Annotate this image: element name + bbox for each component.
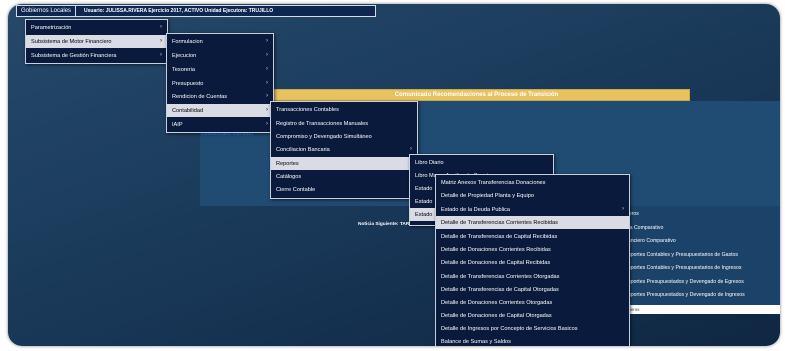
- menu-level-5: Matriz Anexos Transferencias Donaciones …: [435, 174, 630, 346]
- bottom-strip: ncieros: [623, 305, 780, 314]
- chevron-right-icon: ›: [266, 93, 268, 99]
- right-text: ara Comparativo: [625, 225, 664, 231]
- menu-level-2: Formulacion › Ejecucion › Tesoreria › Presu…: [166, 33, 274, 133]
- chevron-right-icon: ›: [266, 38, 268, 44]
- app-screen: Gobiernos Locales Usuario: JULISSA.RIVER…: [8, 4, 780, 346]
- menu-item-cierre[interactable]: Cierre Contable›: [271, 183, 417, 196]
- menu-item-presupuesto[interactable]: Presupuesto ›: [167, 77, 273, 90]
- right-text: Importes Presupuestados y Devengado de I…: [625, 292, 745, 298]
- menu-item-tesoreria[interactable]: Tesoreria ›: [167, 63, 273, 76]
- app-label[interactable]: Gobiernos Locales: [21, 6, 77, 16]
- menu-item-deuda-publica[interactable]: Estado de la Deuda Publica ›: [436, 203, 629, 216]
- menu-item-don-corrientes-recibidas[interactable]: Detalle de Donaciones Corrientes Recibid…: [436, 243, 629, 256]
- menu-item-don-capital-recibidas[interactable]: Detalle de Donaciones de Capital Recibid…: [436, 256, 629, 269]
- menu-item-conciliacion[interactable]: Conciliacion Bancaria ›: [271, 143, 417, 156]
- menu-item-contabilidad[interactable]: Contabilidad ›: [167, 104, 273, 117]
- user-info: Usuario: JULISSA.RIVERA Ejercicio 2017, …: [84, 8, 274, 14]
- menu-item-ingresos-servicios[interactable]: Detalle de Ingresos por Concepto de Serv…: [436, 322, 629, 335]
- chevron-right-icon: ›: [266, 107, 268, 113]
- menu-item-rendicion[interactable]: Rendicion de Cuentas ›: [167, 90, 273, 103]
- menu-item-registro-manuales[interactable]: Registro de Transacciones Manuales: [271, 117, 417, 130]
- menu-item-propiedad-planta[interactable]: Detalle de Propiedad Planta y Equipo: [436, 189, 629, 202]
- menu-level-1: Parametrización › Subsistema de Motor Fin…: [25, 19, 168, 64]
- chevron-right-icon: ›: [266, 121, 268, 127]
- chevron-right-icon: ›: [160, 38, 162, 44]
- menu-item-transf-corrientes-recibidas[interactable]: Detalle de Transferencias Corrientes Rec…: [436, 216, 629, 229]
- menu-item-transf-capital-recibidas[interactable]: Detalle de Transferencias de Capital Rec…: [436, 230, 629, 243]
- chevron-right-icon: ›: [266, 80, 268, 86]
- menu-item-compromiso[interactable]: Compromiso y Devengado Simultáneo: [271, 130, 417, 143]
- menu-item-ejecucion[interactable]: Ejecucion ›: [167, 49, 273, 62]
- menu-item-don-capital-otorgadas[interactable]: Detalle de Donaciones de Capital Otorgad…: [436, 309, 629, 322]
- menu-item-matriz-anexos[interactable]: Matriz Anexos Transferencias Donaciones: [436, 176, 629, 189]
- menu-item-transacciones[interactable]: Transacciones Contables: [271, 103, 417, 116]
- menu-item-don-corrientes-otorgadas[interactable]: Detalle de Donaciones Corrientes Otorgad…: [436, 296, 629, 309]
- menu-item-motor-financiero[interactable]: Subsistema de Motor Financiero ›: [26, 35, 167, 48]
- chevron-right-icon: ›: [160, 52, 162, 58]
- chevron-right-icon: ›: [266, 52, 268, 58]
- menu-level-3: Transacciones Contables Registro de Tran…: [270, 101, 418, 199]
- menu-item-balance-sumas[interactable]: Balance de Sumas y Saldos: [436, 335, 629, 346]
- menu-item-libro-diario[interactable]: Libro Diario: [410, 156, 553, 169]
- chevron-right-icon: ›: [410, 146, 412, 152]
- menu-item-iaip[interactable]: IAIP ›: [167, 118, 273, 131]
- menu-item-transf-corrientes-otorgadas[interactable]: Detalle de Transferencias Corrientes Oto…: [436, 270, 629, 283]
- right-text: Importes Contables y Presupuestarios de …: [625, 252, 739, 258]
- menu-item-transf-capital-otorgadas[interactable]: Detalle de Transferencias de Capital Oto…: [436, 283, 629, 296]
- chevron-right-icon: ›: [160, 24, 162, 30]
- menu-item-gestion-financiera[interactable]: Subsistema de Gestión Financiera ›: [26, 49, 167, 62]
- menu-item-reportes[interactable]: Reportes›: [271, 157, 417, 170]
- right-text: Importes Presupuestados y Devengado de E…: [625, 279, 744, 285]
- right-text: Importes Contables y Presupuestarios de …: [625, 265, 742, 271]
- chevron-right-icon: ›: [266, 66, 268, 72]
- top-bar: Gobiernos Locales Usuario: JULISSA.RIVER…: [16, 5, 376, 17]
- menu-item-catalogos[interactable]: Catálogos›: [271, 170, 417, 183]
- announcement-banner[interactable]: Comunicado Recomendaciones al Proceso de…: [263, 89, 690, 101]
- right-text: nanciero Comparativo: [625, 238, 676, 244]
- chevron-right-icon: ›: [622, 206, 624, 212]
- menu-item-parametrizacion[interactable]: Parametrización ›: [26, 21, 167, 34]
- menu-item-formulacion[interactable]: Formulacion ›: [167, 35, 273, 48]
